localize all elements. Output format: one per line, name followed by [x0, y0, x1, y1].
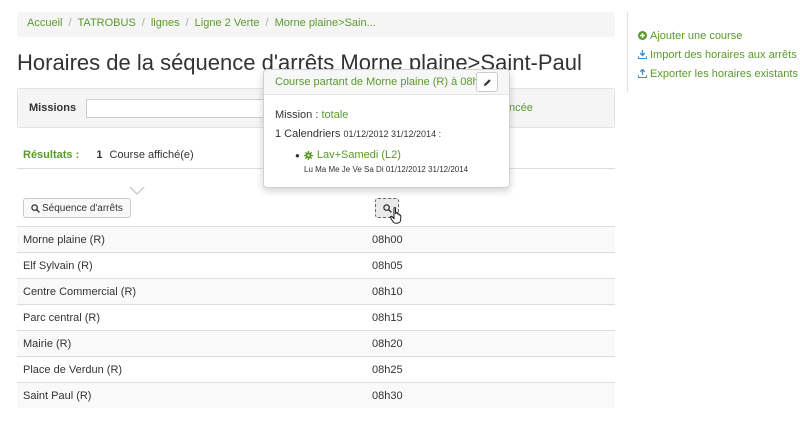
popover-title: Course partant de Morne plaine (R) à 08h…	[275, 76, 491, 88]
download-icon	[638, 50, 647, 59]
missions-input[interactable]	[86, 99, 276, 118]
pencil-icon	[483, 78, 491, 86]
calendar-item[interactable]: ● Lav+Samedi (L2)	[295, 149, 401, 161]
breadcrumb-item-sequence[interactable]: Morne plaine>Sain...	[275, 17, 376, 29]
stop-time: 08h10	[372, 285, 403, 298]
advanced-search-link[interactable]: ncée	[509, 102, 533, 114]
edit-course-button[interactable]	[476, 72, 498, 92]
export-schedules-label: Exporter les horaires existants	[650, 67, 798, 80]
stop-time: 08h20	[372, 337, 403, 350]
stop-time: 08h15	[372, 311, 403, 324]
sidebar-actions: Ajouter une course Import des horaires a…	[638, 26, 798, 83]
stop-time: 08h30	[372, 389, 403, 402]
table-row: Elf Sylvain (R) 08h05	[17, 252, 615, 278]
results-label: Résultats :	[23, 149, 80, 161]
gear-icon	[303, 150, 313, 160]
stop-sequence-button[interactable]: Séquence d'arrêts	[23, 198, 131, 218]
results-summary: Résultats : 1 Course affiché(e)	[23, 149, 194, 161]
course-popover: Course partant de Morne plaine (R) à 08h…	[263, 69, 510, 188]
breadcrumb-item-line[interactable]: Ligne 2 Verte	[195, 17, 260, 29]
breadcrumb-separator: /	[68, 17, 72, 29]
breadcrumb-separator: /	[185, 17, 189, 29]
mission-value[interactable]: totale	[321, 109, 348, 121]
add-course-label: Ajouter une course	[650, 29, 743, 42]
table-row: Parc central (R) 08h15	[17, 304, 615, 330]
stop-name: Mairie (R)	[23, 337, 72, 350]
breadcrumb-separator: /	[265, 17, 269, 29]
list-bullet: ●	[295, 150, 300, 160]
calendars-count: 1 Calendriers	[275, 128, 341, 140]
search-icon	[31, 203, 40, 213]
table-row: Centre Commercial (R) 08h10	[17, 278, 615, 304]
table-row: Mairie (R) 08h20	[17, 330, 615, 356]
popover-mission: Mission : totale	[275, 109, 348, 121]
stop-sequence-label: Séquence d'arrêts	[42, 202, 123, 214]
import-schedules-label: Import des horaires aux arrêts	[650, 48, 797, 61]
table-row: Saint Paul (R) 08h30	[17, 382, 615, 408]
missions-label: Missions	[29, 102, 77, 114]
stop-time: 08h05	[372, 259, 403, 272]
mission-label: Mission :	[275, 109, 319, 121]
stop-name: Parc central (R)	[23, 311, 101, 324]
stop-name: Morne plaine (R)	[23, 233, 105, 246]
stop-times-table: Morne plaine (R) 08h00 Elf Sylvain (R) 08h…	[17, 226, 615, 408]
popover-arrow-inner	[130, 186, 144, 193]
breadcrumb-item-home[interactable]: Accueil	[27, 17, 62, 29]
breadcrumb-item-network[interactable]: TATROBUS	[78, 17, 136, 29]
calendar-name: Lav+Samedi (L2)	[316, 149, 401, 161]
sidebar-divider	[627, 12, 628, 92]
breadcrumb-separator: /	[141, 17, 145, 29]
breadcrumb-item-lines[interactable]: lignes	[151, 17, 180, 29]
results-count: 1	[96, 149, 103, 161]
calendar-period: 01/12/2012 31/12/2014	[385, 165, 469, 174]
calendar-weekdays: Lu Ma Me Je Ve Sa Di	[304, 165, 384, 174]
stop-name: Saint Paul (R)	[23, 389, 92, 402]
stop-name: Place de Verdun (R)	[23, 363, 123, 376]
stop-time: 08h25	[372, 363, 403, 376]
table-row: Place de Verdun (R) 08h25	[17, 356, 615, 382]
stop-name: Elf Sylvain (R)	[23, 259, 93, 272]
upload-icon	[638, 69, 647, 78]
plus-circle-icon	[638, 31, 647, 40]
calendar-days: Lu Ma Me Je Ve Sa Di 01/12/2012 31/12/20…	[304, 165, 468, 174]
stop-time: 08h00	[372, 233, 403, 246]
popover-calendars: 1 Calendriers 01/12/2012 31/12/2014 :	[275, 128, 441, 140]
popover-header: Course partant de Morne plaine (R) à 08h…	[264, 70, 509, 95]
results-suffix: Course affiché(e)	[109, 149, 194, 161]
stop-name: Centre Commercial (R)	[23, 285, 137, 298]
calendars-dates: 01/12/2012 31/12/2014 :	[343, 129, 442, 139]
table-row: Morne plaine (R) 08h00	[17, 226, 615, 252]
breadcrumb: Accueil / TATROBUS / lignes / Ligne 2 Verte / Mo…	[17, 12, 615, 37]
export-schedules-link[interactable]: Exporter les horaires existants	[638, 64, 798, 83]
import-schedules-link[interactable]: Import des horaires aux arrêts	[638, 45, 798, 64]
hand-cursor-icon	[390, 207, 402, 224]
add-course-link[interactable]: Ajouter une course	[638, 26, 798, 45]
